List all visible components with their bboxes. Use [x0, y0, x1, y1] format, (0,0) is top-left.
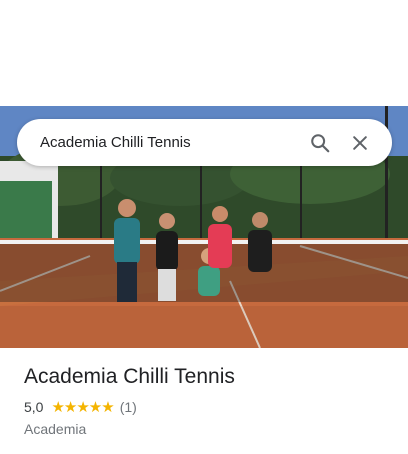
- review-count[interactable]: (1): [120, 397, 137, 417]
- star-rating-icon: ★★★★★: [51, 398, 114, 416]
- rating-value: 5,0: [24, 399, 44, 415]
- place-category: Academia: [24, 421, 87, 437]
- rating-row[interactable]: 5,0 ★★★★★ (1): [24, 397, 392, 417]
- search-button[interactable]: [300, 123, 340, 163]
- search-input[interactable]: [40, 134, 300, 151]
- place-title[interactable]: Academia Chilli Tennis: [24, 362, 392, 392]
- search-icon: [311, 133, 330, 152]
- close-icon: [353, 135, 367, 150]
- close-button[interactable]: [340, 123, 380, 163]
- place-info: Academia Chilli Tennis 5,0 ★★★★★ (1) Aca…: [24, 362, 392, 439]
- search-bar[interactable]: [17, 119, 392, 166]
